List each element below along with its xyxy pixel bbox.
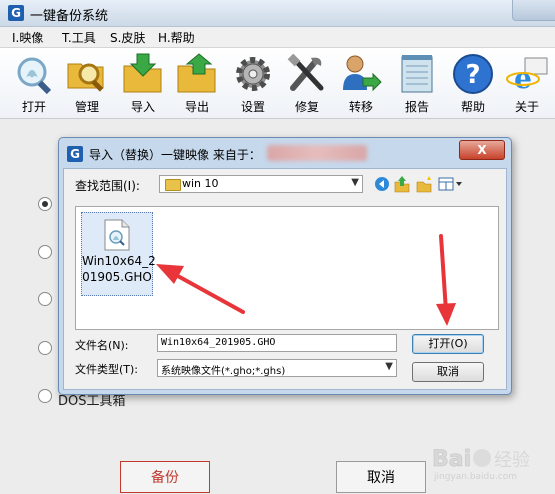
toolbar-help-button[interactable]: ? 帮助: [448, 52, 498, 116]
tools-icon: [287, 53, 324, 91]
baidu-watermark: Bai 经验 jingyan.baidu.com: [432, 447, 530, 482]
title-bar: G 一键备份系统: [0, 0, 555, 27]
option-radio-3[interactable]: [38, 292, 52, 306]
file-name-label: 文件名(N):: [75, 339, 129, 352]
open-button[interactable]: 打开(O): [412, 334, 484, 354]
toolbar-repair-button[interactable]: 修复: [282, 52, 332, 116]
dialog-cancel-button[interactable]: 取消: [412, 362, 484, 382]
import-dialog: G 导入（替换）一键映像 来自于： X 查找范围(I): win 10 ▼ Wi…: [58, 137, 512, 395]
toolbar-about-label: 关于: [514, 100, 539, 114]
ghost-magnifier-icon: [17, 57, 52, 95]
svg-text:经验: 经验: [494, 450, 530, 471]
toolbar-manage-button[interactable]: 管理: [62, 52, 112, 116]
menu-skin[interactable]: S.皮肤: [110, 29, 145, 46]
user-transfer-icon: [343, 55, 382, 92]
gear-icon: [236, 57, 270, 91]
menu-tools[interactable]: T.工具: [62, 29, 96, 46]
menu-help[interactable]: H.帮助: [158, 29, 195, 46]
app-title: 一键备份系统: [30, 9, 109, 24]
ghost-file-icon: [104, 219, 130, 251]
toolbar-open-label: 打开: [21, 100, 46, 114]
dialog-logo-icon: G: [67, 146, 83, 162]
toolbar-about-button[interactable]: e 关于: [502, 52, 552, 116]
folder-export-icon: [177, 53, 216, 93]
blurred-source: [267, 145, 367, 161]
notepad-icon: [401, 55, 433, 93]
file-list[interactable]: Win10x64_2 01905.GHO: [75, 206, 499, 330]
toolbar-settings-label: 设置: [240, 100, 265, 114]
folder-icon: [165, 179, 181, 191]
file-name-input[interactable]: Win10x64_201905.GHO: [157, 334, 397, 352]
toolbar-repair-label: 修复: [294, 100, 319, 114]
look-in-label: 查找范围(I):: [75, 179, 140, 193]
app-logo-icon: G: [8, 5, 24, 21]
file-type-label: 文件类型(T):: [75, 363, 139, 376]
ie-icon: e: [506, 57, 548, 95]
menu-image[interactable]: I.映像: [12, 29, 43, 46]
option-radio-5[interactable]: [38, 389, 52, 403]
dialog-close-button[interactable]: X: [459, 140, 505, 160]
help-icon: ?: [453, 54, 493, 94]
file-name-line1: Win10x64_2: [82, 254, 156, 268]
look-in-value: win 10: [182, 177, 219, 190]
toolbar-transfer-button[interactable]: 转移: [336, 52, 386, 116]
toolbar-export-label: 导出: [184, 100, 209, 114]
chevron-down-icon: ▼: [351, 177, 359, 188]
svg-text:jingyan.baidu.com: jingyan.baidu.com: [433, 472, 517, 482]
option-radio-1[interactable]: [38, 197, 52, 211]
file-type-value: 系统映像文件(*.gho;*.ghs): [161, 366, 286, 377]
svg-text:Bai: Bai: [432, 447, 471, 472]
svg-text:?: ?: [465, 60, 480, 90]
dialog-title: 导入（替换）一键映像 来自于：: [89, 148, 261, 162]
file-name-line2: 01905.GHO: [82, 270, 152, 284]
backup-button[interactable]: 备份: [120, 461, 210, 493]
file-type-select[interactable]: 系统映像文件(*.gho;*.ghs) ▼: [157, 359, 397, 377]
toolbar-open-button[interactable]: 打开: [9, 52, 59, 116]
folder-import-icon: [123, 53, 162, 93]
dialog-body: 查找范围(I): win 10 ▼ Win10x64_2 01905.GHO 文…: [63, 168, 507, 390]
toolbar-help-label: 帮助: [460, 100, 485, 114]
toolbar-transfer-label: 转移: [348, 100, 373, 114]
toolbar-manage-label: 管理: [74, 100, 99, 114]
toolbar-import-button[interactable]: 导入: [118, 52, 168, 116]
window-controls[interactable]: [512, 0, 555, 21]
look-in-select[interactable]: win 10 ▼: [159, 175, 363, 193]
svg-text:e: e: [514, 62, 532, 95]
chevron-down-icon: ▼: [385, 361, 393, 372]
toolbar: 打开 管理 导入 导出 设置 修复 转移 报告 ? 帮助 e 关于: [0, 48, 555, 119]
folder-magnifier-icon: [67, 63, 104, 92]
new-folder-icon[interactable]: [416, 176, 432, 193]
toolbar-settings-button[interactable]: 设置: [228, 52, 278, 116]
toolbar-export-button[interactable]: 导出: [172, 52, 222, 116]
toolbar-import-label: 导入: [130, 100, 155, 114]
file-item[interactable]: Win10x64_2 01905.GHO: [81, 212, 156, 296]
menu-bar: I.映像 T.工具 S.皮肤 H.帮助: [0, 27, 555, 48]
option-radio-4[interactable]: [38, 341, 52, 355]
option-radio-2[interactable]: [38, 245, 52, 259]
back-icon[interactable]: [375, 177, 389, 191]
toolbar-report-button[interactable]: 报告: [392, 52, 442, 116]
nav-toolbar: [375, 176, 462, 193]
toolbar-report-label: 报告: [404, 100, 429, 114]
up-folder-icon[interactable]: [394, 176, 410, 193]
cancel-button[interactable]: 取消: [336, 461, 426, 493]
view-menu-icon[interactable]: [438, 177, 462, 191]
